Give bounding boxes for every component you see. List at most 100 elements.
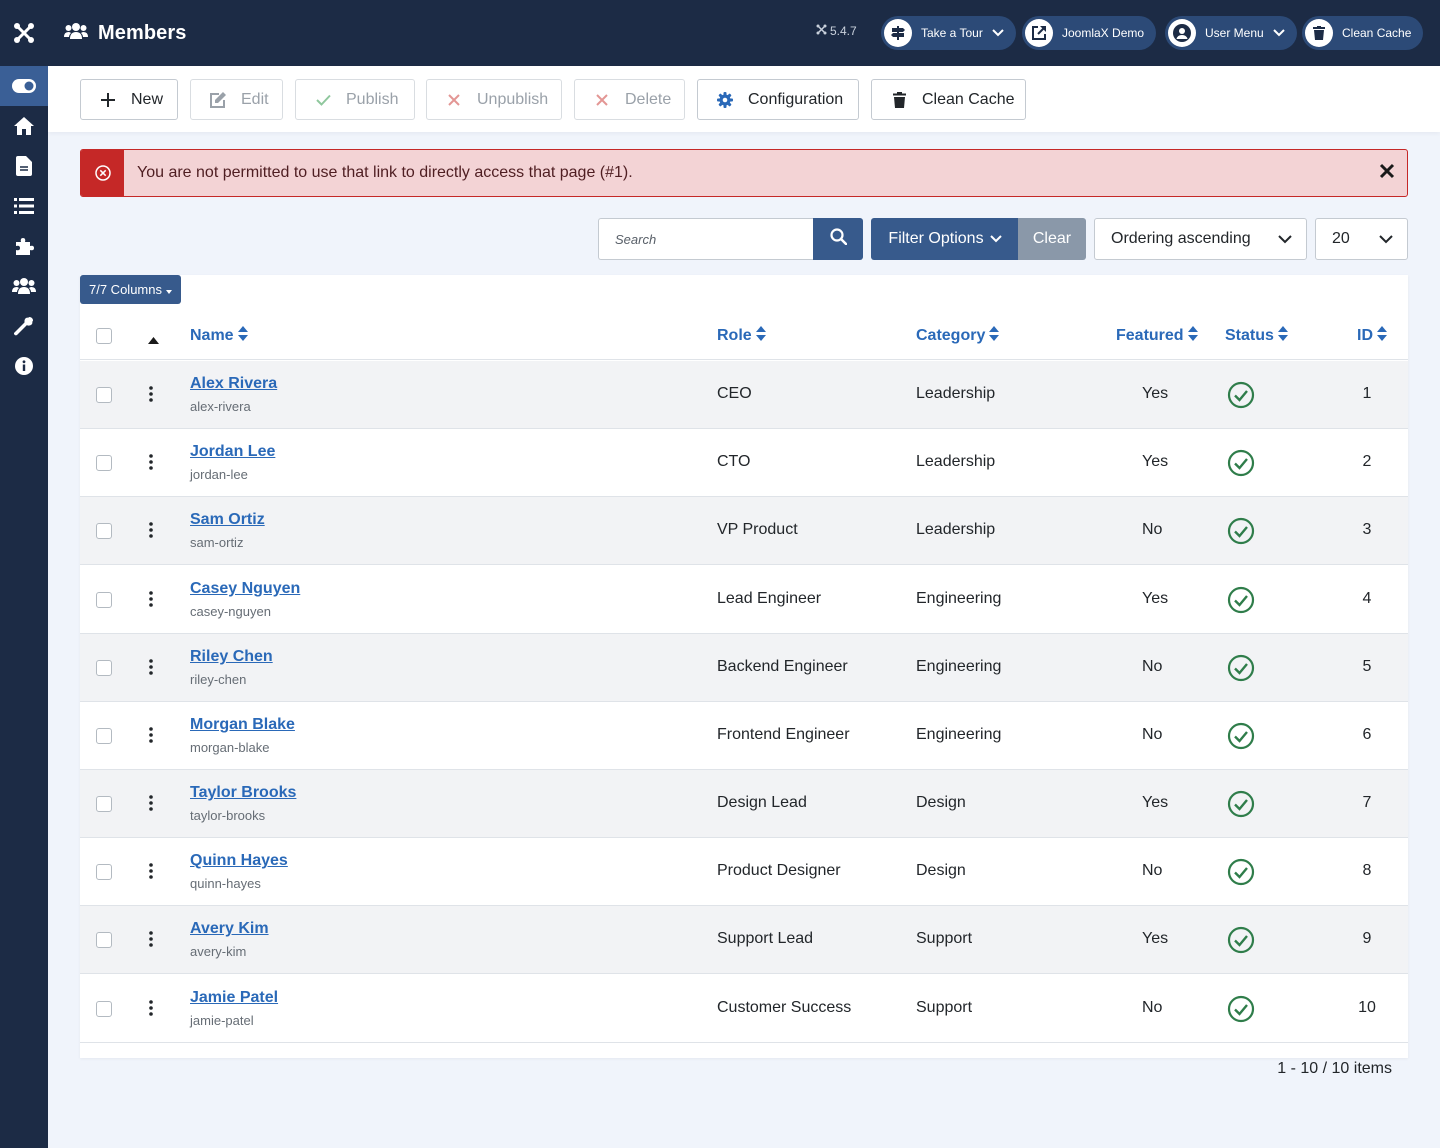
- row-actions-icon[interactable]: [149, 795, 153, 816]
- header-featured[interactable]: Featured: [1116, 326, 1198, 346]
- member-id: 3: [1362, 521, 1372, 538]
- new-button[interactable]: New: [80, 79, 178, 120]
- columns-button[interactable]: 7/7 Columns: [80, 275, 181, 304]
- row-actions-icon[interactable]: [149, 591, 153, 612]
- published-check-icon[interactable]: [1227, 654, 1255, 687]
- table-row: Avery Kim avery-kim Support Lead Support Yes…: [80, 906, 1408, 974]
- member-role: CEO: [717, 385, 752, 402]
- sidebar-home-icon[interactable]: [0, 106, 48, 146]
- alert-close-icon[interactable]: [1379, 163, 1395, 184]
- member-id: 8: [1362, 862, 1372, 879]
- published-check-icon[interactable]: [1227, 926, 1255, 959]
- action-toolbar: New Edit Publish Unpublish Delete Config…: [48, 66, 1440, 132]
- header-clean-cache-button[interactable]: Clean Cache: [1302, 16, 1424, 50]
- member-featured: No: [1142, 521, 1163, 538]
- row-checkbox[interactable]: [96, 455, 112, 471]
- row-checkbox[interactable]: [96, 728, 112, 744]
- published-check-icon[interactable]: [1227, 517, 1255, 550]
- row-checkbox[interactable]: [96, 796, 112, 812]
- member-category: Engineering: [916, 726, 1002, 743]
- row-actions-icon[interactable]: [149, 386, 153, 407]
- member-name-link[interactable]: Quinn Hayes: [190, 852, 288, 870]
- clear-button[interactable]: Clear: [1018, 218, 1086, 260]
- table-row: Quinn Hayes quinn-hayes Product Designer De…: [80, 838, 1408, 906]
- member-name-link[interactable]: Jordan Lee: [190, 443, 275, 461]
- member-name-link[interactable]: Morgan Blake: [190, 716, 295, 734]
- configuration-button[interactable]: Configuration: [697, 79, 859, 120]
- clean-cache-button[interactable]: Clean Cache: [871, 79, 1026, 120]
- row-checkbox[interactable]: [96, 523, 112, 539]
- member-name-link[interactable]: Sam Ortiz: [190, 511, 265, 529]
- edit-button[interactable]: Edit: [190, 79, 283, 120]
- close-icon: [445, 93, 463, 106]
- table-row: Alex Rivera alex-rivera CEO Leadership Yes 1: [80, 361, 1408, 429]
- row-checkbox[interactable]: [96, 592, 112, 608]
- published-check-icon[interactable]: [1227, 790, 1255, 823]
- header-id-label: ID: [1357, 327, 1373, 344]
- member-alias: taylor-brooks: [190, 808, 266, 823]
- unpublish-button[interactable]: Unpublish: [426, 79, 562, 120]
- take-a-tour-button[interactable]: Take a Tour: [881, 16, 1016, 50]
- ordering-select[interactable]: Ordering ascending: [1094, 218, 1307, 260]
- sidebar-info-icon[interactable]: [0, 346, 48, 386]
- row-checkbox[interactable]: [96, 660, 112, 676]
- row-checkbox[interactable]: [96, 1001, 112, 1017]
- member-name-link[interactable]: Riley Chen: [190, 648, 273, 666]
- sidebar-list-icon[interactable]: [0, 186, 48, 226]
- header-id[interactable]: ID: [1357, 326, 1387, 346]
- header-name[interactable]: Name: [190, 326, 248, 346]
- member-name-link[interactable]: Taylor Brooks: [190, 784, 296, 802]
- member-name-link[interactable]: Casey Nguyen: [190, 580, 300, 598]
- search-button[interactable]: [813, 218, 863, 260]
- row-actions-icon[interactable]: [149, 863, 153, 884]
- joomla-logo-icon[interactable]: [0, 0, 48, 66]
- published-check-icon[interactable]: [1227, 995, 1255, 1028]
- search-icon: [829, 228, 847, 250]
- member-id: 10: [1358, 999, 1376, 1016]
- publish-button[interactable]: Publish: [295, 79, 415, 120]
- search-input[interactable]: Search: [598, 218, 814, 260]
- header-role-label: Role: [717, 327, 752, 344]
- sidebar-file-icon[interactable]: [0, 146, 48, 186]
- row-actions-icon[interactable]: [149, 931, 153, 952]
- header-status[interactable]: Status: [1225, 326, 1288, 346]
- ordering-sort-icon[interactable]: [148, 331, 159, 349]
- published-check-icon[interactable]: [1227, 858, 1255, 891]
- member-alias: alex-rivera: [190, 399, 251, 414]
- row-actions-icon[interactable]: [149, 1000, 153, 1021]
- row-actions-icon[interactable]: [149, 454, 153, 475]
- row-checkbox[interactable]: [96, 864, 112, 880]
- member-name-link[interactable]: Alex Rivera: [190, 375, 277, 393]
- chevron-down-icon: [989, 230, 1002, 248]
- sidebar-toggle-icon[interactable]: [0, 66, 48, 106]
- member-featured: No: [1142, 658, 1163, 675]
- member-name-link[interactable]: Avery Kim: [190, 920, 269, 938]
- sidebar-users-icon[interactable]: [0, 266, 48, 306]
- header-role[interactable]: Role: [717, 326, 766, 346]
- row-actions-icon[interactable]: [149, 659, 153, 680]
- filter-options-button[interactable]: Filter Options: [871, 218, 1019, 260]
- new-label: New: [131, 90, 164, 108]
- select-all-checkbox[interactable]: [96, 328, 112, 344]
- row-actions-icon[interactable]: [149, 522, 153, 543]
- header-category[interactable]: Category: [916, 326, 1000, 346]
- row-checkbox[interactable]: [96, 387, 112, 403]
- published-check-icon[interactable]: [1227, 722, 1255, 755]
- published-check-icon[interactable]: [1227, 586, 1255, 619]
- joomlax-demo-button[interactable]: JoomlaX Demo: [1022, 16, 1157, 50]
- row-checkbox[interactable]: [96, 932, 112, 948]
- published-check-icon[interactable]: [1227, 381, 1255, 414]
- limit-select[interactable]: 20: [1315, 218, 1408, 260]
- sort-icon: [237, 326, 248, 346]
- member-role: Frontend Engineer: [717, 726, 850, 743]
- delete-button[interactable]: Delete: [574, 79, 685, 120]
- published-check-icon[interactable]: [1227, 449, 1255, 482]
- row-actions-icon[interactable]: [149, 727, 153, 748]
- table-row: Morgan Blake morgan-blake Frontend Enginee…: [80, 702, 1408, 770]
- member-role: Customer Success: [717, 999, 852, 1016]
- sidebar-puzzle-icon[interactable]: [0, 226, 48, 266]
- sidebar-wrench-icon[interactable]: [0, 306, 48, 346]
- plus-icon: [99, 92, 117, 107]
- member-name-link[interactable]: Jamie Patel: [190, 989, 278, 1007]
- user-menu-button[interactable]: User Menu: [1165, 16, 1297, 50]
